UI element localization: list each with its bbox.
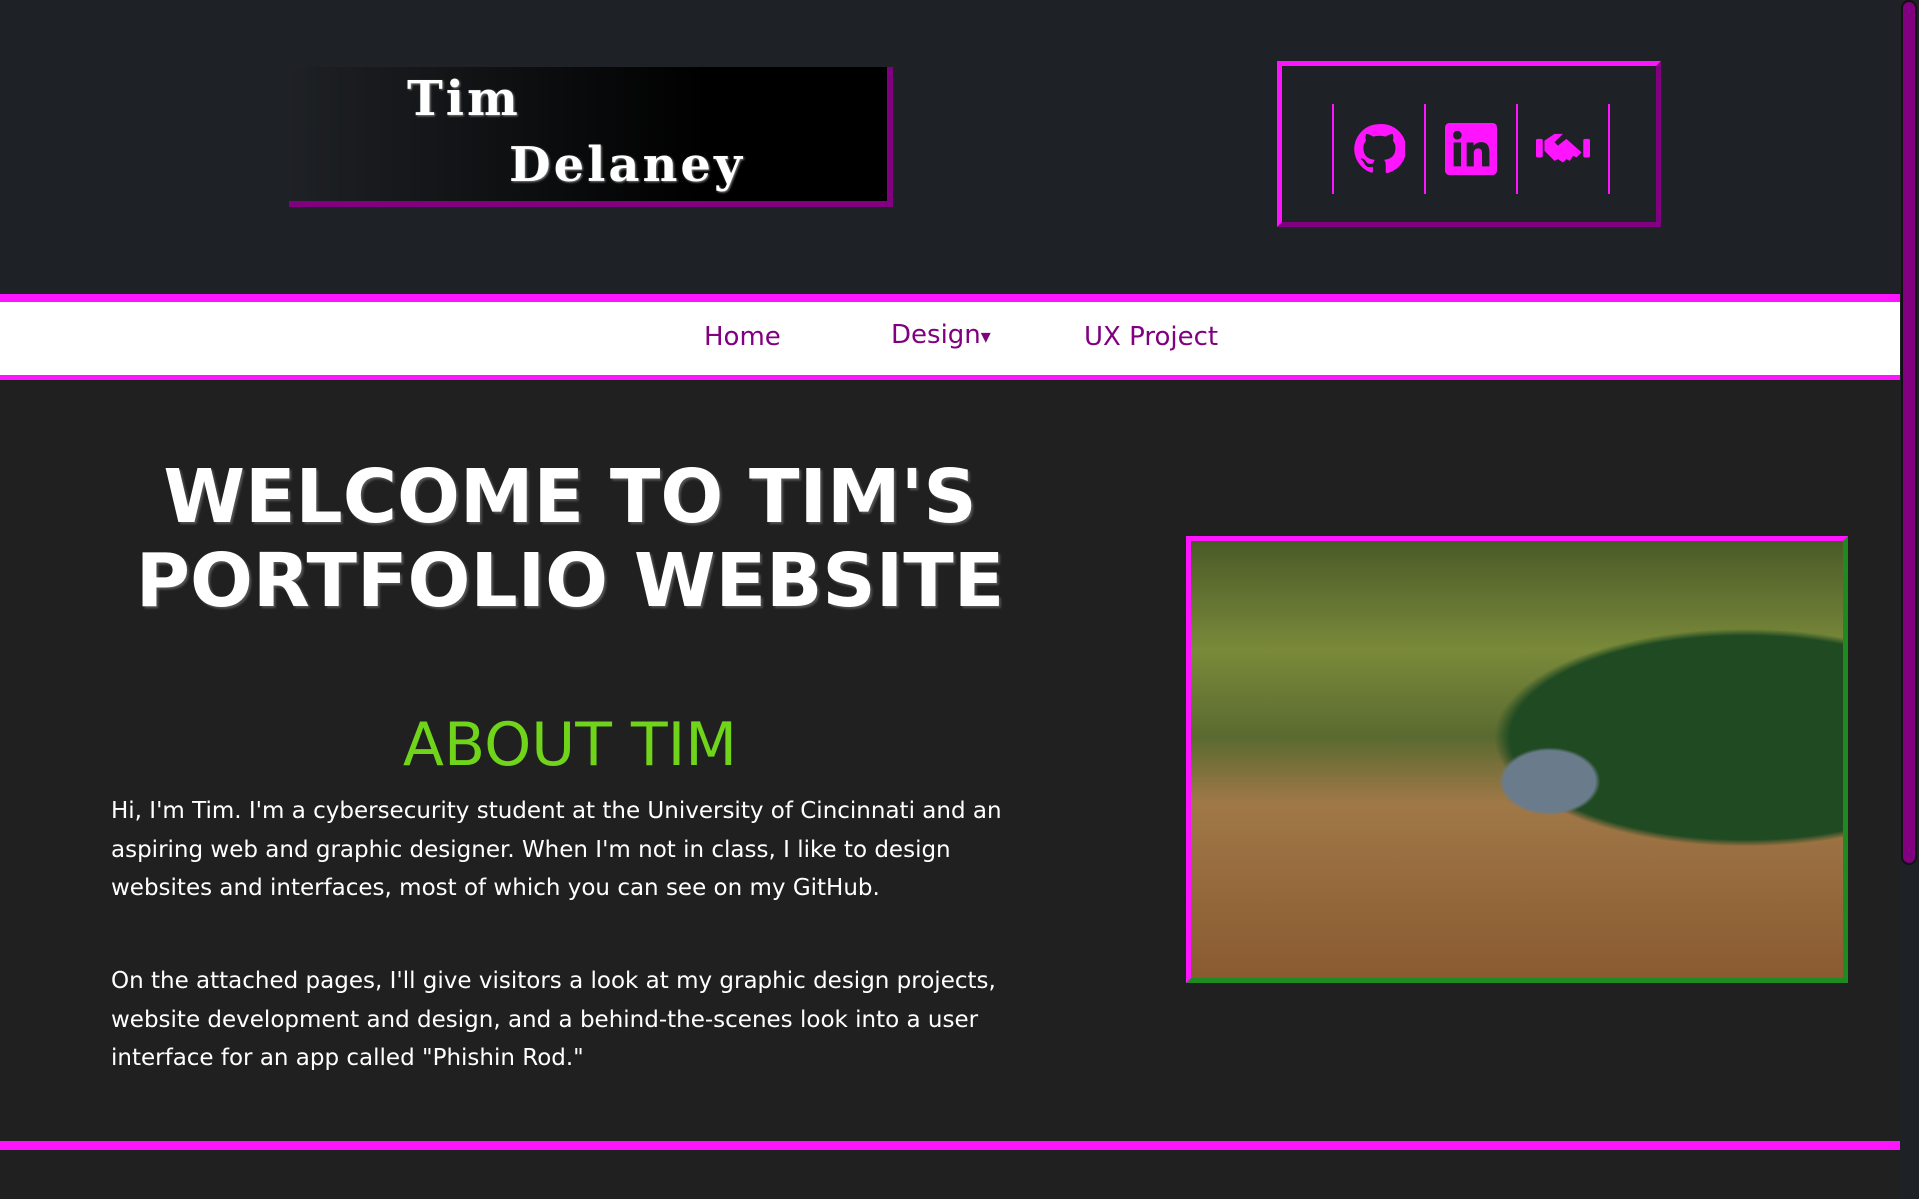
about-heading: ABOUT TIM <box>402 710 738 780</box>
github-icon <box>1354 124 1405 174</box>
logo-first-name: Tim <box>407 71 521 127</box>
nav-bottom-border <box>0 375 1900 380</box>
github-link[interactable] <box>1334 104 1424 194</box>
scrollbar-thumb[interactable] <box>1901 0 1917 865</box>
logo-last-name: Delaney <box>509 137 745 193</box>
handshake-link[interactable] <box>1518 104 1608 194</box>
about-paragraph-1: Hi, I'm Tim. I'm a cybersecurity student… <box>111 798 1002 901</box>
profile-photo <box>1186 536 1848 983</box>
social-links <box>1277 61 1661 227</box>
handshake-icon <box>1536 133 1590 163</box>
nav-home[interactable]: Home <box>704 322 781 352</box>
about-paragraph-2: On the attached pages, I'll give visitor… <box>111 968 996 1071</box>
chevron-down-icon: ▾ <box>980 324 991 348</box>
logo[interactable]: Tim Delaney <box>289 67 893 207</box>
linkedin-icon <box>1445 123 1497 175</box>
nav-top-border <box>0 294 1900 302</box>
scrollbar[interactable] <box>1900 0 1919 1199</box>
main-nav: Home Design▾ UX Project <box>0 302 1900 375</box>
nav-design-label: Design <box>891 320 981 350</box>
divider <box>1608 104 1610 194</box>
page-title: WELCOME TO TIM'S PORTFOLIO WEBSITE <box>135 454 1005 624</box>
nav-design[interactable]: Design▾ <box>891 320 991 350</box>
header: Tim Delaney <box>0 0 1900 294</box>
footer-border <box>0 1141 1900 1150</box>
nav-ux-project[interactable]: UX Project <box>1084 322 1218 352</box>
linkedin-link[interactable] <box>1426 104 1516 194</box>
